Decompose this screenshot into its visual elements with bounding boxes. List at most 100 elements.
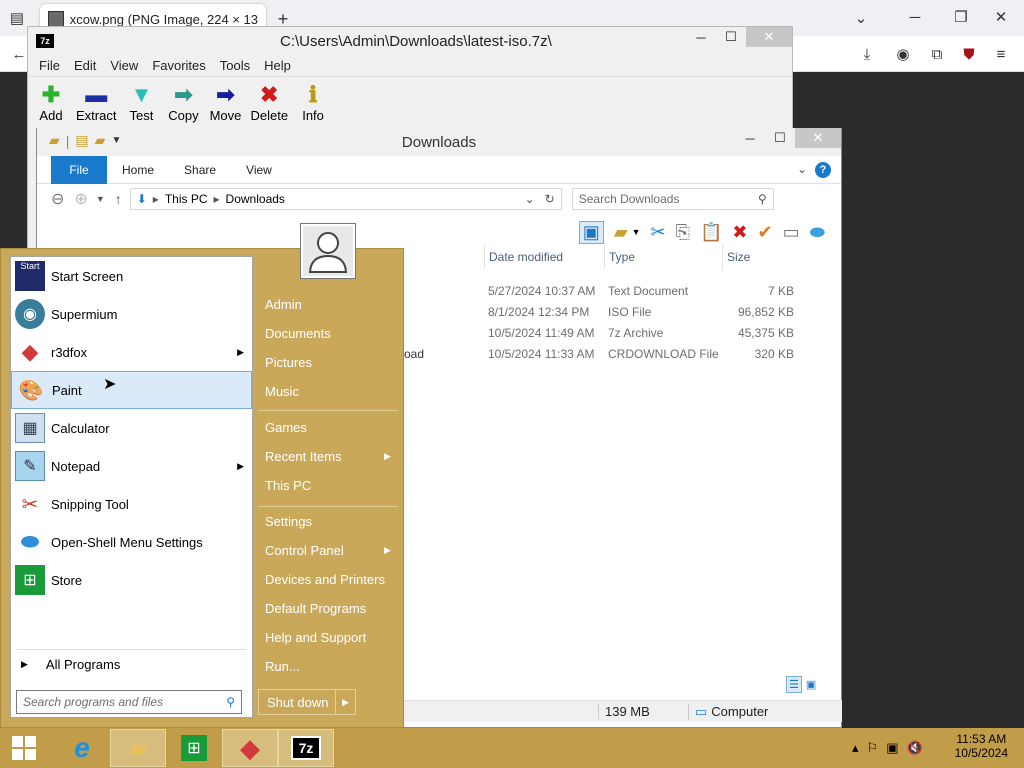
menu-file[interactable]: File [32,58,67,73]
maximize-icon[interactable]: ☐ [765,128,795,148]
delete-button[interactable]: ✖ Delete [250,82,288,123]
minimize-icon[interactable]: ─ [686,27,716,47]
extensions-icon[interactable]: ⧉ [926,43,948,65]
tab-share[interactable]: Share [169,156,231,184]
show-hidden-icons-icon[interactable]: ▴ [852,740,859,756]
properties-icon[interactable]: ▭ [783,222,800,243]
place-music[interactable]: Music [0,377,404,406]
forward-icon[interactable]: ⊕ [74,189,87,209]
file-row[interactable]: 10/5/2024 11:49 AM 7z Archive 45,375 KB [484,322,800,343]
test-button[interactable]: ▼ Test [124,82,158,123]
breadcrumb-downloads[interactable]: Downloads [226,192,285,206]
minimize-icon[interactable]: ─ [904,6,926,28]
address-dropdown-icon[interactable]: ⌄ [525,192,535,206]
up-icon[interactable]: ↑ [115,191,122,207]
place-devices-and-printers[interactable]: Devices and Printers [0,565,404,594]
menu-favorites[interactable]: Favorites [145,58,212,73]
file-row[interactable]: 10/5/2024 11:33 AM CRDOWNLOAD File 320 KB [484,343,800,364]
menu-icon[interactable]: ≡ [990,43,1012,65]
taskbar-7zip[interactable]: 7z [278,729,334,767]
downloads-icon[interactable]: ⤓ [856,43,878,65]
tab-home[interactable]: Home [107,156,169,184]
extract-button[interactable]: ▬ Extract [76,82,116,123]
place-pictures[interactable]: Pictures [0,348,404,377]
network-icon[interactable]: ▣ [886,740,898,756]
place-documents[interactable]: Documents [0,319,404,348]
start-screen-icon: Start [15,261,45,291]
menu-help[interactable]: Help [257,58,298,73]
tab-file[interactable]: File [51,155,107,184]
place-control-panel[interactable]: Control Panel ▶ [0,536,404,565]
chevron-down-icon[interactable]: ⌄ [850,7,872,29]
user-avatar[interactable] [301,224,355,278]
file-row[interactable]: 5/27/2024 10:37 AM Text Document 7 KB [484,280,800,301]
address-field[interactable]: ⬇ ▸ This PC ▸ Downloads ⌄ ↻ [129,188,562,210]
paste-icon[interactable]: 📋 [700,222,722,243]
place-this-pc[interactable]: This PC [0,471,404,500]
shutdown-button[interactable]: Shut down ▶ [258,689,356,715]
column-headers: Date modified Type Size [484,244,800,270]
copy-button[interactable]: ➡ Copy [166,82,200,123]
place-admin[interactable]: Admin [0,290,404,319]
move-button[interactable]: ➡ Move [208,82,242,123]
cut-icon[interactable]: ✂ [651,222,666,243]
properties-icon[interactable]: ▤ [75,132,88,149]
tab-view[interactable]: View [231,156,287,184]
rename-check-icon[interactable]: ✔ [758,222,773,243]
taskbar-ie[interactable]: e [54,729,110,767]
place-recent-items[interactable]: Recent Items ▶ [0,442,404,471]
column-type[interactable]: Type [604,244,722,270]
info-button[interactable]: ℹ Info [296,82,330,123]
tab-title: xcow.png (PNG Image, 224 × 13 [69,11,258,27]
close-icon[interactable]: ✕ [990,6,1012,28]
place-games[interactable]: Games [0,413,404,442]
menu-edit[interactable]: Edit [67,58,103,73]
taskbar-r3dfox[interactable]: ◆ [222,729,278,767]
menu-tools[interactable]: Tools [213,58,257,73]
open-shell-icon[interactable]: ⬬ [810,222,825,243]
delete-icon[interactable]: ✖ [732,222,747,243]
back-icon[interactable]: ⊖ [51,189,64,209]
shutdown-options-icon[interactable]: ▶ [335,690,355,714]
customize-qat-icon[interactable]: ▼ [111,135,121,146]
add-button[interactable]: ✚ Add [34,82,68,123]
minimize-icon[interactable]: ─ [735,128,765,148]
taskbar-explorer[interactable]: ▰ [110,729,166,767]
dropdown-icon[interactable]: ▼ [632,227,641,237]
file-row[interactable]: 8/1/2024 12:34 PM ISO File 96,852 KB [484,301,800,322]
place-default-programs[interactable]: Default Programs [0,594,404,623]
restore-icon[interactable]: ❐ [950,6,972,28]
place-run[interactable]: Run... [0,652,404,681]
account-icon[interactable]: ◉ [892,43,914,65]
menu-view[interactable]: View [103,58,145,73]
folder-icon[interactable]: ▰ [49,132,60,149]
close-icon[interactable]: ✕ [746,27,792,47]
refresh-icon[interactable]: ↻ [545,192,555,206]
search-programs-input[interactable]: Search programs and files ⚲ [16,690,242,714]
new-folder-icon[interactable]: ▰ [95,132,106,149]
help-icon[interactable]: ? [815,162,831,178]
preview-pane-icon[interactable]: ▣ [578,220,604,244]
recent-locations-icon[interactable]: ▼ [96,194,105,204]
column-size[interactable]: Size [722,244,800,270]
breadcrumb-this-pc[interactable]: This PC [165,192,208,206]
clock[interactable]: 11:53 AM 10/5/2024 [955,732,1008,760]
ublock-icon[interactable]: ⛊ [958,43,980,65]
details-view-icon[interactable]: ☰ [786,676,802,693]
column-date-modified[interactable]: Date modified [484,244,604,270]
place-help-and-support[interactable]: Help and Support [0,623,404,652]
close-icon[interactable]: ✕ [795,128,841,148]
taskbar-store[interactable]: ⊞ [166,729,222,767]
volume-muted-icon[interactable]: 🔇 [906,740,922,756]
start-button[interactable] [0,729,48,767]
large-icons-view-icon[interactable]: ▣ [806,678,816,691]
copy-icon[interactable]: ⎘ [676,222,690,243]
search-icon: ⚲ [226,695,235,709]
expand-ribbon-icon[interactable]: ⌄ [797,162,807,176]
tab-list-icon[interactable]: ▤ [6,7,28,29]
place-settings[interactable]: Settings [0,507,404,536]
search-downloads-input[interactable]: Search Downloads ⚲ [571,188,774,210]
folder-options-icon[interactable]: ▰ [614,222,628,243]
maximize-icon[interactable]: ☐ [716,27,746,47]
action-center-flag-icon[interactable]: ⚐ [867,740,879,756]
